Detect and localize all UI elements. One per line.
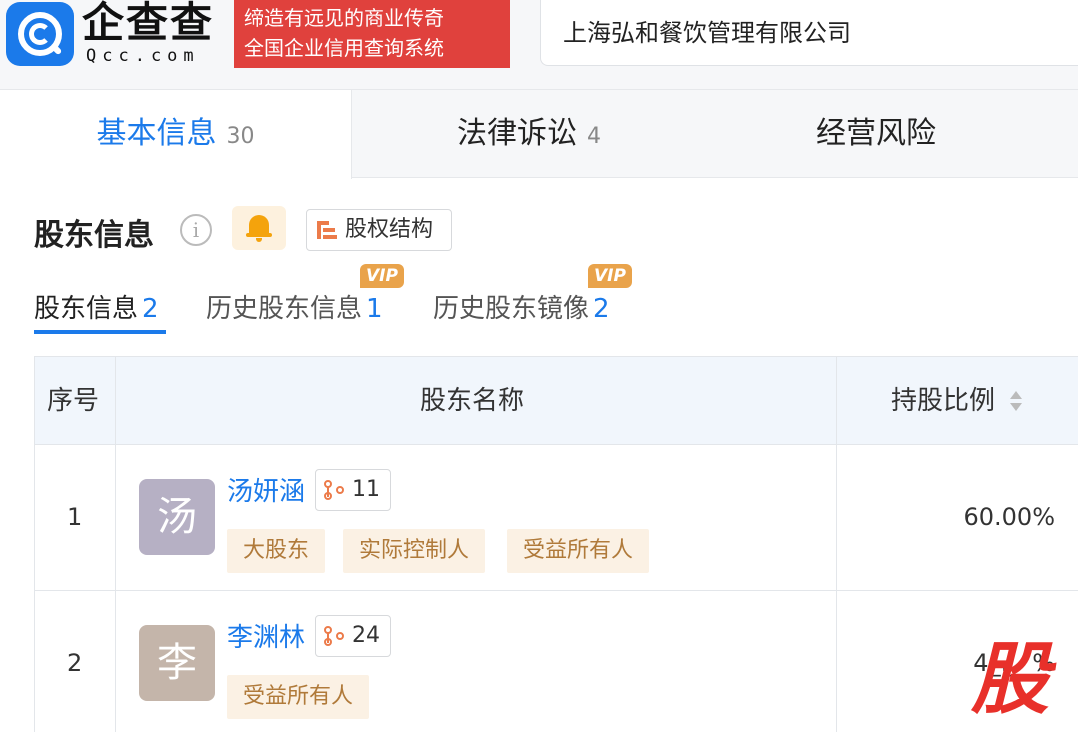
vip-badge: VIP — [588, 264, 632, 288]
sort-icon[interactable] — [1010, 391, 1022, 413]
tab-count: 30 — [226, 124, 255, 149]
shareholder-name-link[interactable]: 李渊林 — [227, 617, 305, 654]
avatar[interactable]: 李 — [139, 625, 215, 701]
search-input[interactable]: 上海弘和餐饮管理有限公司 — [540, 0, 1078, 66]
subtab-shareholders[interactable]: 股东信息 2 — [34, 288, 159, 325]
info-icon[interactable]: i — [180, 214, 212, 246]
shareholder-table: 序号 股东名称 持股比例 1 汤 汤妍涵 11 大股东 实际控制人 受益所有人 … — [34, 356, 1078, 732]
equity-button-label: 股权结构 — [345, 217, 434, 242]
subtab-count: 1 — [366, 294, 383, 324]
active-subtab-underline — [34, 330, 166, 334]
header-ratio[interactable]: 持股比例 — [891, 357, 995, 445]
logo-text[interactable]: 企查查 — [82, 0, 214, 46]
subtab-label: 股东信息 — [34, 294, 139, 324]
tab-legal[interactable]: 法律诉讼 4 — [352, 90, 706, 178]
tab-count: 4 — [587, 124, 601, 149]
header-no: 序号 — [47, 386, 100, 416]
vip-badge: VIP — [360, 264, 404, 288]
column-divider — [836, 357, 837, 732]
shareholder-name-link[interactable]: 汤妍涵 — [227, 471, 305, 508]
section-title: 股东信息 — [34, 218, 154, 253]
bell-icon[interactable] — [232, 206, 286, 250]
logo-domain: Qcc.com — [86, 46, 200, 66]
equity-structure-button[interactable]: 股权结构 — [306, 209, 452, 251]
row-number: 1 — [67, 503, 83, 531]
tab-label: 法律诉讼 — [457, 116, 577, 151]
holding-ratio: 60.00% — [963, 503, 1055, 531]
tab-operating-risk[interactable]: 经营风险 — [706, 90, 1046, 178]
relation-graph-icon — [324, 480, 346, 500]
tab-label: 基本信息 — [96, 116, 217, 151]
avatar[interactable]: 汤 — [139, 479, 215, 555]
slogan-line-2: 全国企业信用查询系统 — [244, 36, 444, 60]
subtab-history-mirror[interactable]: 历史股东镜像 2 — [433, 288, 610, 325]
subtab-label: 历史股东信息 — [206, 294, 363, 324]
tab-label: 经营风险 — [816, 116, 936, 151]
row-number: 2 — [67, 649, 83, 677]
tag-major-shareholder: 大股东 — [227, 529, 326, 573]
related-companies-button[interactable]: 24 — [315, 615, 391, 657]
tag-beneficial-owner: 受益所有人 — [507, 529, 650, 573]
table-row: 1 汤 汤妍涵 11 大股东 实际控制人 受益所有人 60.00% — [35, 445, 1078, 591]
subtab-count: 2 — [593, 294, 610, 324]
related-companies-button[interactable]: 11 — [315, 469, 391, 511]
subtab-count: 2 — [142, 294, 159, 324]
table-header: 序号 股东名称 持股比例 — [35, 357, 1078, 445]
related-count: 24 — [352, 623, 380, 648]
slogan-line-1: 缔造有远见的商业传奇 — [244, 6, 444, 30]
tag-actual-controller: 实际控制人 — [343, 529, 486, 573]
related-count: 11 — [352, 477, 380, 502]
stamp-overlay: 股 — [970, 635, 1049, 725]
structure-icon — [317, 221, 337, 239]
qcc-logo-icon[interactable] — [6, 2, 74, 66]
tag-beneficial-owner: 受益所有人 — [227, 675, 370, 719]
column-divider — [115, 357, 116, 732]
relation-graph-icon — [324, 626, 346, 646]
slogan-banner: 缔造有远见的商业传奇 全国企业信用查询系统 — [234, 0, 510, 68]
table-row: 2 李 李渊林 24 受益所有人 4_.__% — [35, 591, 1078, 732]
main-tabs: 基本信息 30 法律诉讼 4 经营风险 — [0, 90, 1078, 179]
header: 企查查 Qcc.com 缔造有远见的商业传奇 全国企业信用查询系统 上海弘和餐饮… — [0, 0, 1078, 90]
tab-basic-info[interactable]: 基本信息 30 — [0, 90, 352, 179]
subtab-history-shareholders[interactable]: 历史股东信息 1 — [206, 288, 383, 325]
header-name: 股东名称 — [420, 386, 525, 416]
subtab-label: 历史股东镜像 — [433, 294, 590, 324]
